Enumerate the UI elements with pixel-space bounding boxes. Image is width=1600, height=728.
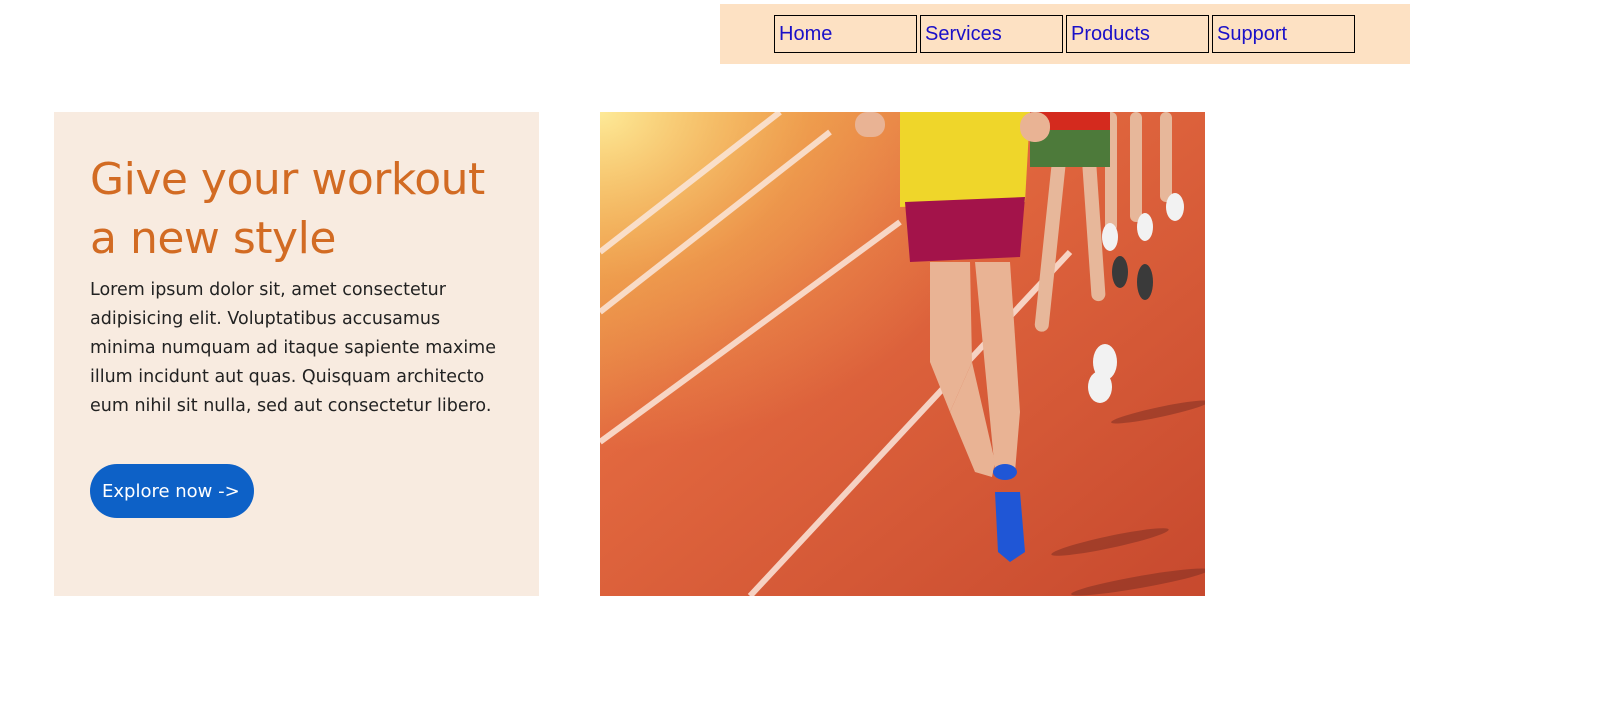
nav-item-support[interactable]: Support [1212, 15, 1355, 53]
hero-card: Give your workout a new style Lorem ipsu… [54, 112, 539, 596]
hero-title: Give your workout a new style [90, 154, 485, 264]
hero-description: Lorem ipsum dolor sit, amet consectetur … [90, 280, 496, 416]
nav-item-home[interactable]: Home [774, 15, 917, 53]
nav-list: Home Services Products Support [774, 15, 1355, 53]
nav-item-products[interactable]: Products [1066, 15, 1209, 53]
nav-item-services[interactable]: Services [920, 15, 1063, 53]
runners-on-track-image [600, 112, 1205, 596]
top-nav: Home Services Products Support [720, 4, 1410, 64]
explore-now-button[interactable]: Explore now -> [90, 464, 254, 518]
runners-illustration [600, 112, 1205, 596]
